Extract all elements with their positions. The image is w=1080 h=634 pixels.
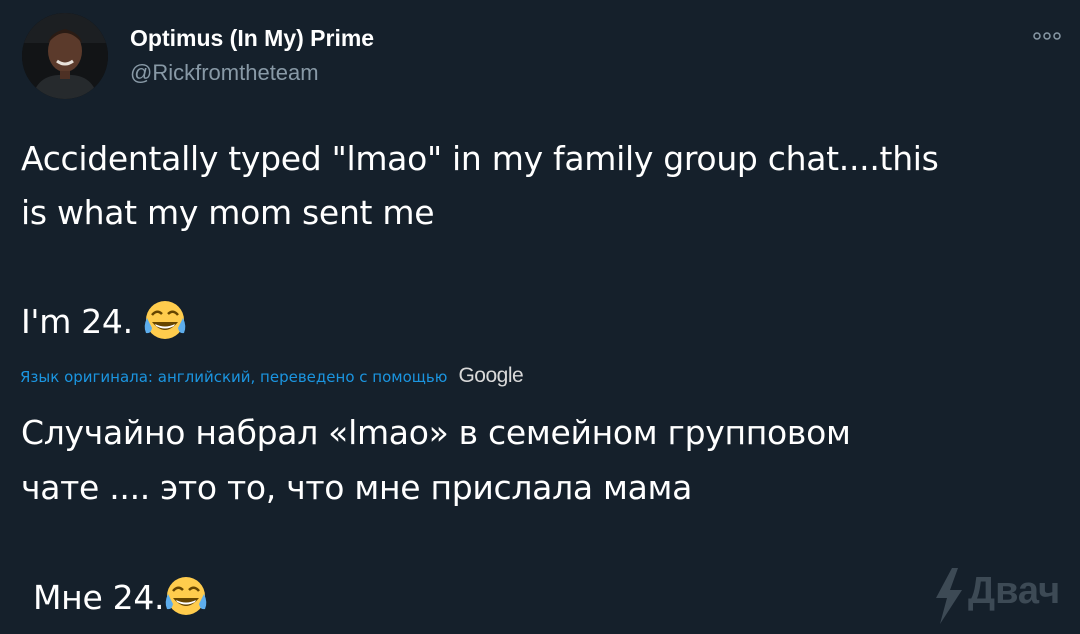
translated-text-line-2: чате .... это то, что мне прислала мама <box>21 468 693 507</box>
face-with-tears-of-joy-icon <box>164 574 208 626</box>
tweet-text-line-1: Accidentally typed "lmao" in my family g… <box>21 139 939 178</box>
translated-text-line-1: Случайно набрал «lmao» в семейном группо… <box>21 413 851 452</box>
translation-note: Язык оригинала: английский, переведено с… <box>20 364 524 388</box>
google-logo: Google <box>458 364 524 387</box>
avatar[interactable] <box>22 13 108 99</box>
lightning-bolt-icon <box>936 568 962 624</box>
tweet-age-text: I'm 24. <box>21 302 133 341</box>
face-with-tears-of-joy-icon <box>143 298 187 350</box>
translation-source-link[interactable]: Язык оригинала: английский, переведено с… <box>20 368 447 386</box>
translated-age-text: Мне 24. <box>33 578 165 617</box>
watermark-text: Двач <box>968 570 1061 612</box>
profile-photo-icon <box>22 13 108 99</box>
translated-text-line-3: Мне 24. <box>33 574 208 626</box>
tweet-text-line-3: I'm 24. <box>21 298 187 350</box>
author-handle[interactable]: @Rickfromtheteam <box>130 60 319 86</box>
tweet-text-line-2: is what my mom sent me <box>21 193 435 232</box>
author-display-name[interactable]: Optimus (In My) Prime <box>130 25 374 52</box>
more-dots-icon[interactable] <box>1030 26 1064 46</box>
dvach-watermark: Двач <box>928 566 1076 626</box>
